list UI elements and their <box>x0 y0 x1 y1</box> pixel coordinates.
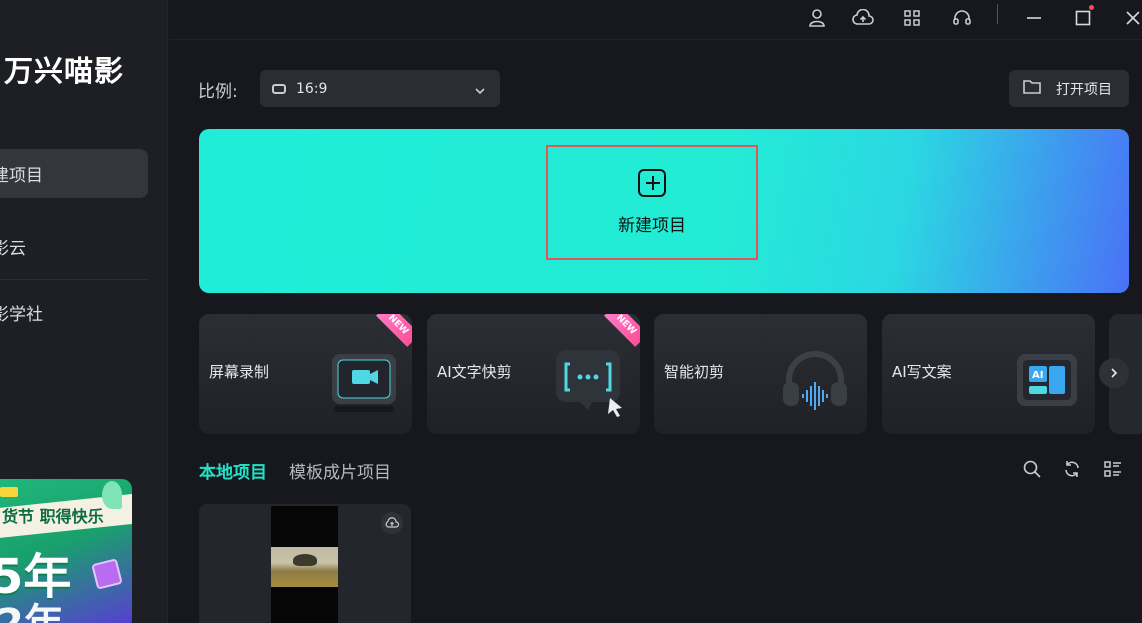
cloud-sync-icon[interactable] <box>849 4 877 32</box>
app-window: 万兴喵影 建项目 影云 影学社 货节 职得快乐 5年 2年 <box>0 0 1142 623</box>
chevron-right-icon <box>1111 368 1118 378</box>
tool-card-ai-text-cut[interactable]: AI文字快剪 NEW <box>427 314 640 434</box>
sidebar-divider <box>0 279 148 280</box>
tool-card-label: 智能初剪 <box>664 363 725 381</box>
aspect-ratio-icon <box>272 83 286 94</box>
project-thumbnail[interactable] <box>199 504 411 623</box>
apps-grid-icon[interactable] <box>898 4 926 32</box>
user-icon[interactable] <box>803 4 831 32</box>
title-bar <box>169 0 1142 40</box>
tool-card-label: AI文字快剪 <box>437 363 512 381</box>
sidebar-item-new-project[interactable]: 建项目 <box>0 149 148 198</box>
notification-dot <box>1089 5 1094 10</box>
new-project-label: 新建项目 <box>618 216 686 236</box>
sidebar: 万兴喵影 建项目 影云 影学社 货节 职得快乐 5年 2年 <box>0 0 168 623</box>
minimize-icon[interactable] <box>1020 4 1048 32</box>
tool-card-ai-copywriting[interactable]: AI写文案 AI <box>882 314 1095 434</box>
screen-recorder-icon <box>332 354 396 412</box>
brand-title: 万兴喵影 <box>4 54 125 88</box>
video-preview <box>271 506 338 623</box>
next-cards-button[interactable] <box>1099 358 1129 388</box>
headphones-icon <box>783 351 847 410</box>
tool-card-smart-cut[interactable]: 智能初剪 <box>654 314 867 434</box>
headset-icon[interactable] <box>948 4 976 32</box>
ratio-select[interactable]: 16:9 <box>260 70 500 107</box>
open-project-label: 打开项目 <box>1056 81 1112 98</box>
sidebar-item-label: 建项目 <box>0 166 43 186</box>
svg-text:AI: AI <box>1032 370 1043 381</box>
tree-shape <box>293 554 317 566</box>
plus-icon <box>638 169 666 197</box>
ai-text-cut-icon <box>556 350 622 417</box>
leaf-icon <box>102 481 122 509</box>
sidebar-item-label: 影学社 <box>0 305 43 325</box>
ai-chip-icon: AI <box>1017 354 1077 406</box>
promo-subheadline: 2年 <box>0 591 64 623</box>
gift-icon <box>91 558 123 590</box>
new-project-button[interactable]: 新建项目 <box>546 145 758 260</box>
search-icon[interactable] <box>1020 457 1044 481</box>
folder-icon <box>1022 78 1042 100</box>
open-project-button[interactable]: 打开项目 <box>1009 70 1129 107</box>
promo-banner[interactable]: 货节 职得快乐 5年 2年 <box>0 479 132 623</box>
tool-card-label: 屏幕录制 <box>209 363 270 381</box>
sidebar-item-cloud[interactable]: 影云 <box>0 222 148 271</box>
ratio-label: 比例: <box>198 82 238 102</box>
tool-card-label: AI写文案 <box>892 363 952 381</box>
video-frame-image <box>271 547 338 587</box>
ratio-value: 16:9 <box>296 80 328 97</box>
promo-tag <box>0 487 18 497</box>
tool-card-screen-record[interactable]: 屏幕录制 NEW <box>199 314 412 434</box>
promo-text: 货节 职得快乐 <box>2 507 104 526</box>
cloud-upload-icon[interactable] <box>381 512 403 534</box>
list-view-icon[interactable] <box>1101 457 1125 481</box>
maximize-icon[interactable] <box>1069 4 1097 32</box>
sidebar-item-academy[interactable]: 影学社 <box>0 288 148 337</box>
chevron-down-icon <box>474 82 486 101</box>
new-project-banner[interactable]: 新建项目 <box>199 129 1129 293</box>
sidebar-item-label: 影云 <box>0 239 26 259</box>
tab-template-projects[interactable]: 模板成片项目 <box>289 458 391 483</box>
close-icon[interactable] <box>1119 4 1142 32</box>
titlebar-separator <box>997 4 998 24</box>
refresh-icon[interactable] <box>1060 457 1084 481</box>
tab-local-projects[interactable]: 本地项目 <box>199 458 267 483</box>
